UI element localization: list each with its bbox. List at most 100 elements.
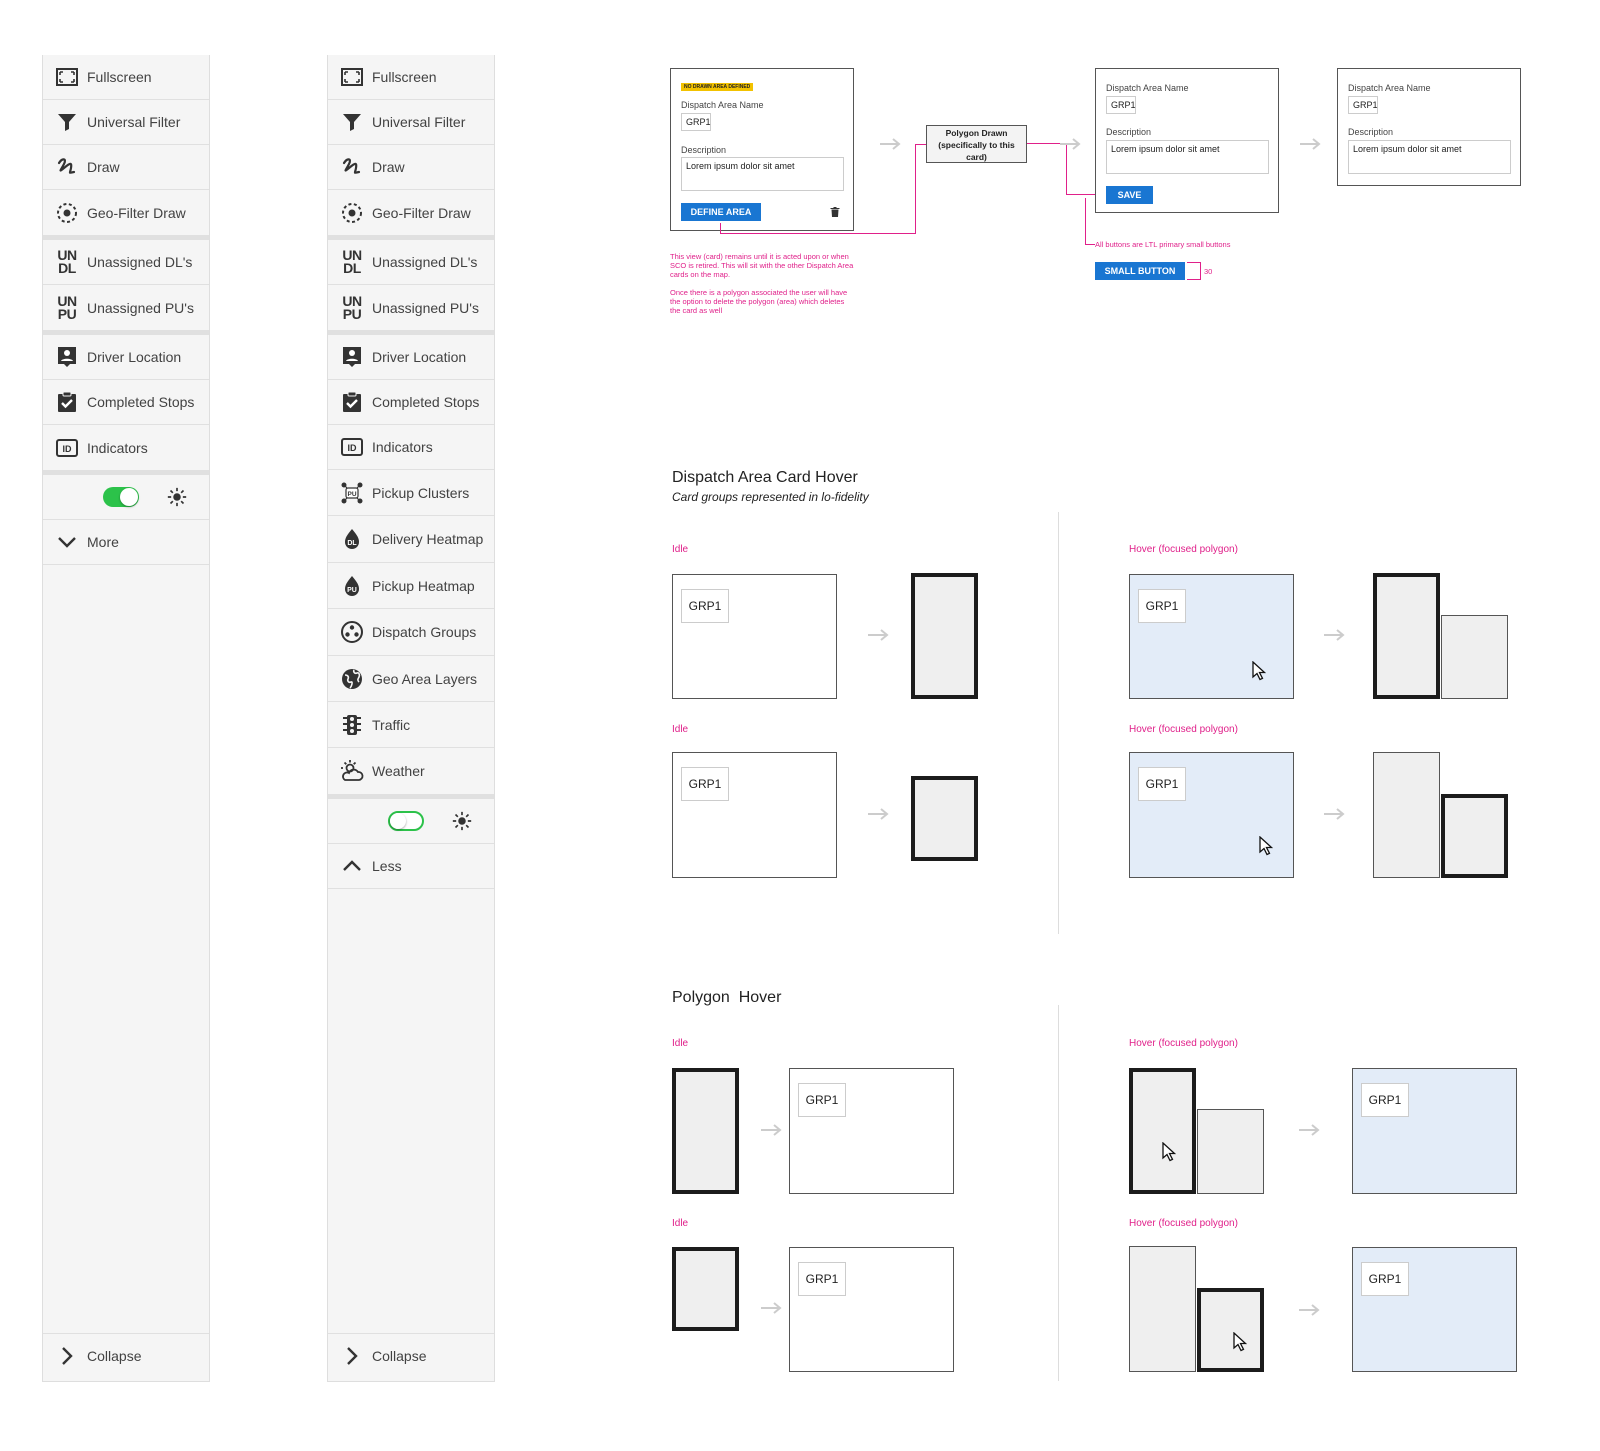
polygon-focused-hovered[interactable]	[1129, 1068, 1196, 1194]
description-label: Description	[1106, 127, 1152, 137]
description-field[interactable]: Lorem ipsum dolor sit amet	[1348, 140, 1511, 174]
description-label: Description	[681, 145, 727, 155]
connector-line	[1085, 244, 1095, 245]
completed-stops-icon	[338, 388, 366, 416]
group-chip: GRP1	[798, 1083, 846, 1117]
sidebar-item-draw[interactable]: Draw	[43, 145, 209, 190]
polygon-focused[interactable]	[911, 573, 978, 699]
dispatch-card[interactable]: GRP1	[789, 1068, 954, 1194]
less-button[interactable]: Less	[328, 844, 494, 889]
polygon-focused[interactable]	[672, 1068, 739, 1194]
sidebar-item-weather[interactable]: Weather	[328, 748, 494, 799]
sidebar-item-label: Weather	[372, 763, 425, 779]
sidebar-item-label: Geo Area Layers	[372, 670, 478, 687]
geo-filter-icon	[338, 199, 366, 227]
dispatch-card-hovered[interactable]: GRP1	[1129, 574, 1294, 699]
dispatch-card[interactable]: GRP1	[672, 752, 837, 878]
state-label-idle: Idle	[672, 1218, 689, 1229]
description-field[interactable]: Lorem ipsum dolor sit amet	[681, 157, 844, 191]
dispatch-card[interactable]: GRP1	[789, 1247, 954, 1372]
polygon-focused[interactable]	[1373, 573, 1440, 699]
sidebar-item-driver-location[interactable]: Driver Location	[328, 335, 494, 380]
polygon-focused[interactable]	[672, 1247, 739, 1331]
sidebar-item-fullscreen[interactable]: Fullscreen	[43, 55, 209, 100]
card-hover-title: Dispatch Area Card Hover	[672, 469, 858, 486]
sidebar-item-traffic[interactable]: Traffic	[328, 702, 494, 748]
sidebar-item-delivery-heatmap[interactable]: DL Delivery Heatmap	[328, 516, 494, 563]
height-bracket	[1187, 262, 1201, 280]
collapse-button[interactable]: Collapse	[43, 1333, 209, 1378]
polygon-focused[interactable]	[1441, 794, 1508, 878]
sidebar-item-completed-stops[interactable]: Completed Stops	[43, 380, 209, 425]
sidebar-item-indicators[interactable]: ID Indicators	[43, 425, 209, 475]
small-button[interactable]: SMALL BUTTON	[1095, 262, 1185, 280]
group-chip: GRP1	[681, 589, 729, 623]
svg-text:ID: ID	[63, 444, 73, 454]
polygon[interactable]	[1373, 752, 1440, 878]
sidebar-item-draw[interactable]: Draw	[328, 145, 494, 190]
dispatch-card[interactable]: GRP1	[672, 574, 837, 699]
sidebar-item-unassigned-pu[interactable]: UN PU Unassigned PU's	[43, 285, 209, 335]
sidebar-item-label: Geo-Filter Draw	[372, 204, 471, 221]
flow-arrow-icon	[1324, 629, 1345, 641]
connector-line	[720, 233, 916, 234]
sidebar-item-pickup-heatmap[interactable]: PU Pickup Heatmap	[328, 563, 494, 609]
polygon[interactable]	[1129, 1246, 1196, 1372]
polygon[interactable]	[1197, 1109, 1264, 1194]
sidebar-collapsed: Fullscreen Universal Filter Draw Geo-Fil…	[42, 55, 210, 1382]
theme-toggle[interactable]	[103, 487, 139, 507]
sidebar-item-indicators[interactable]: ID Indicators	[328, 425, 494, 470]
chevron-right-icon	[53, 1342, 81, 1370]
globe-icon	[338, 665, 366, 693]
name-field[interactable]: GRP1	[681, 113, 711, 131]
dispatch-card-hovered[interactable]: GRP1	[1129, 752, 1294, 878]
traffic-light-icon	[338, 711, 366, 739]
sidebar-item-completed-stops[interactable]: Completed Stops	[328, 380, 494, 425]
sidebar-item-driver-location[interactable]: Driver Location	[43, 335, 209, 380]
sidebar-item-unassigned-pu[interactable]: UN PU Unassigned PU's	[328, 285, 494, 335]
card-hover-subtitle: Card groups represented in lo-fidelity	[672, 490, 869, 504]
sidebar-item-label: Draw	[372, 159, 405, 175]
description-field[interactable]: Lorem ipsum dolor sit amet	[1106, 140, 1269, 174]
theme-toggle[interactable]	[388, 811, 424, 831]
sidebar-item-fullscreen[interactable]: Fullscreen	[328, 55, 494, 100]
theme-toggle-row	[328, 799, 494, 844]
polygon-focused-hovered[interactable]	[1197, 1288, 1264, 1372]
sidebar-item-label: Completed Stops	[87, 394, 195, 410]
sidebar-item-geo-area-layers[interactable]: Geo Area Layers	[328, 656, 494, 702]
sidebar-item-unassigned-dl[interactable]: UN DL Unassigned DL's	[328, 240, 494, 285]
sidebar-item-universal-filter[interactable]: Universal Filter	[328, 100, 494, 145]
sidebar-item-label: Fullscreen	[372, 69, 437, 85]
sidebar-item-geo-filter-draw[interactable]: Geo-Filter Draw	[328, 190, 494, 240]
sidebar-item-label: Indicators	[87, 439, 148, 456]
dispatch-card-highlighted[interactable]: GRP1	[1352, 1068, 1517, 1194]
flow-arrow-icon	[868, 808, 889, 820]
cursor-icon	[1233, 1332, 1247, 1352]
svg-text:ID: ID	[348, 443, 358, 453]
sidebar-item-unassigned-dl[interactable]: UN DL Unassigned DL's	[43, 240, 209, 285]
card-note-2: Once there is a polygon associated the u…	[670, 288, 848, 315]
name-field[interactable]: GRP1	[1106, 96, 1136, 114]
trash-icon[interactable]	[829, 205, 841, 219]
sidebar-item-pickup-clusters[interactable]: PU Pickup Clusters	[328, 470, 494, 516]
collapse-button[interactable]: Collapse	[328, 1333, 494, 1378]
sidebar-item-label: Completed Stops	[372, 394, 480, 410]
define-area-button[interactable]: DEFINE AREA	[681, 203, 761, 221]
polygon-focused[interactable]	[911, 776, 978, 861]
connector-line	[720, 223, 721, 233]
dispatch-card-highlighted[interactable]: GRP1	[1352, 1247, 1517, 1372]
flow-arrow-icon	[880, 138, 901, 150]
more-button[interactable]: More	[43, 520, 209, 565]
flow-arrow-icon	[1324, 808, 1345, 820]
sidebar-item-label: Dispatch Groups	[372, 624, 477, 640]
name-field[interactable]: GRP1	[1348, 96, 1378, 114]
sidebar-item-label: Driver Location	[87, 349, 182, 365]
sidebar-item-universal-filter[interactable]: Universal Filter	[43, 100, 209, 145]
sidebar-item-geo-filter-draw[interactable]: Geo-Filter Draw	[43, 190, 209, 240]
save-button[interactable]: SAVE	[1106, 186, 1153, 204]
sidebar-item-label: Indicators	[372, 439, 433, 455]
sidebar-item-dispatch-groups[interactable]: Dispatch Groups	[328, 609, 494, 656]
polygon[interactable]	[1441, 615, 1508, 699]
section-divider	[1058, 1005, 1059, 1381]
group-chip: GRP1	[681, 767, 729, 801]
